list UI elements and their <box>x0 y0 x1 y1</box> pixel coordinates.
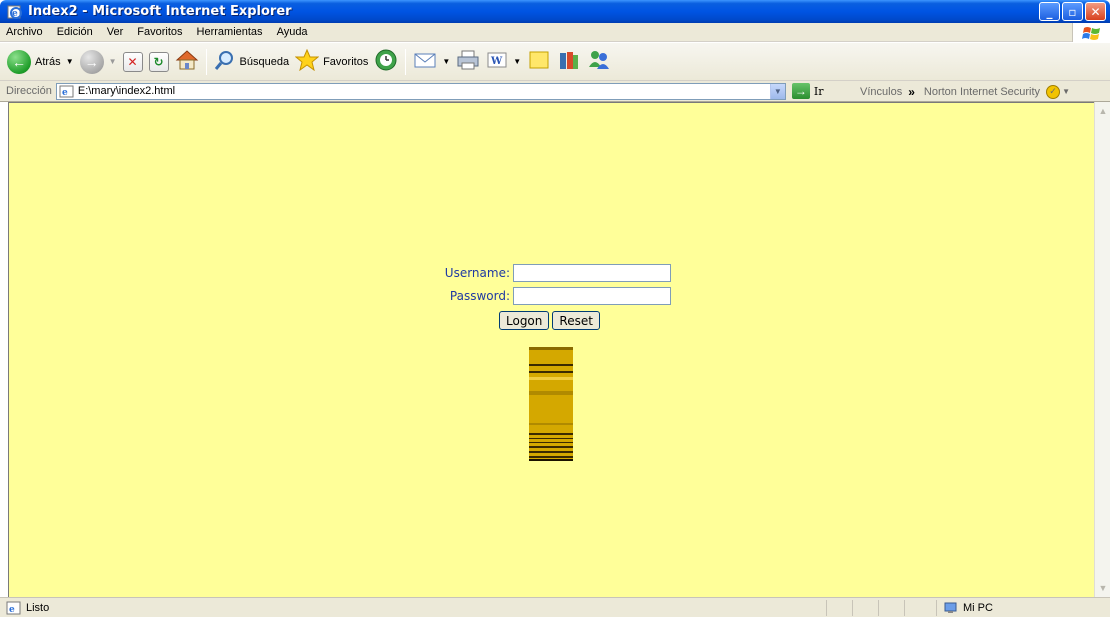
svg-text:W: W <box>490 56 503 67</box>
page-icon: e <box>59 85 75 98</box>
address-label: Dirección <box>6 85 52 97</box>
address-input[interactable]: e E:\mary\index2.html ▼ <box>55 82 786 100</box>
home-icon <box>175 49 199 74</box>
messenger-button[interactable] <box>584 47 614 77</box>
username-input[interactable] <box>513 263 671 282</box>
research-button[interactable] <box>554 47 584 77</box>
star-icon <box>294 48 320 74</box>
close-button[interactable]: ✕ <box>1085 2 1106 21</box>
search-label: Búsqueda <box>239 55 290 68</box>
menu-ayuda[interactable]: Ayuda <box>270 26 315 38</box>
toolbar-separator <box>205 48 207 75</box>
back-arrow-icon: ← <box>7 49 31 74</box>
history-icon <box>374 48 398 75</box>
norton-dropdown-icon[interactable]: ▼ <box>1062 87 1070 96</box>
window-controls: _ ▫ ✕ <box>1039 2 1106 21</box>
windows-logo-icon <box>1072 23 1110 42</box>
go-arrow-icon: → <box>791 83 810 99</box>
maximize-button[interactable]: ▫ <box>1062 2 1083 21</box>
svg-text:e: e <box>9 605 15 615</box>
ie-page-icon: e <box>7 5 23 19</box>
password-input[interactable] <box>513 286 671 305</box>
username-row: Username: <box>433 261 671 284</box>
menu-edicion[interactable]: Edición <box>50 26 100 38</box>
vertical-scrollbar[interactable]: ▲ ▼ <box>1094 102 1110 597</box>
links-chevron-icon[interactable]: » <box>908 85 915 99</box>
home-button[interactable] <box>172 47 202 77</box>
scroll-up-arrow-icon[interactable]: ▲ <box>1096 103 1110 119</box>
page-content: Username: Password: Logon Reset <box>8 102 1094 597</box>
address-bar: Dirección e E:\mary\index2.html ▼ → Ir V… <box>0 81 1110 102</box>
links-toolbar: Vínculos » Norton Internet Security ✓ ▼ <box>850 81 1070 102</box>
go-label: Ir <box>813 84 824 98</box>
menu-bar: Archivo Edición Ver Favoritos Herramient… <box>0 23 1110 42</box>
status-divider <box>904 600 905 616</box>
refresh-icon: ↻ <box>148 51 169 72</box>
window-title: Index2 - Microsoft Internet Explorer <box>28 4 292 19</box>
security-zone[interactable]: Mi PC <box>936 600 1110 616</box>
research-books-icon <box>557 49 581 74</box>
favorites-label: Favoritos <box>323 55 369 68</box>
stop-icon: ✕ <box>122 51 143 72</box>
back-dropdown-icon[interactable]: ▼ <box>66 57 74 66</box>
refresh-button[interactable]: ↻ <box>146 47 172 77</box>
status-divider <box>826 600 827 616</box>
address-dropdown-icon[interactable]: ▼ <box>769 83 785 99</box>
norton-label[interactable]: Norton Internet Security <box>924 86 1040 98</box>
title-bar[interactable]: e Index2 - Microsoft Internet Explorer _… <box>0 0 1110 23</box>
minimize-button[interactable]: _ <box>1039 2 1060 21</box>
search-icon <box>214 49 236 74</box>
search-button[interactable]: Búsqueda <box>211 47 293 77</box>
menu-herramientas[interactable]: Herramientas <box>190 26 270 38</box>
password-row: Password: <box>433 284 671 307</box>
word-icon: W <box>486 50 508 73</box>
printer-icon <box>456 49 480 74</box>
scroll-down-arrow-icon[interactable]: ▼ <box>1096 580 1110 596</box>
print-button[interactable] <box>453 47 483 77</box>
password-label: Password: <box>449 288 510 303</box>
links-label[interactable]: Vínculos <box>860 86 902 98</box>
address-url: E:\mary\index2.html <box>77 85 176 97</box>
stop-button[interactable]: ✕ <box>120 47 146 77</box>
edit-word-button[interactable]: W ▼ <box>483 47 524 77</box>
form-buttons: Logon Reset <box>433 311 671 330</box>
logon-button[interactable]: Logon <box>499 311 550 330</box>
my-computer-icon <box>943 602 959 614</box>
messenger-icon <box>587 49 611 74</box>
back-label: Atrás <box>35 55 61 68</box>
zone-label: Mi PC <box>963 602 993 614</box>
forward-arrow-icon: → <box>79 49 104 74</box>
edit-dropdown-icon[interactable]: ▼ <box>513 57 521 66</box>
status-text: Listo <box>26 601 50 614</box>
history-button[interactable] <box>371 47 401 77</box>
svg-text:e: e <box>62 88 68 98</box>
status-bar: e Listo Mi PC <box>0 597 1110 617</box>
toolbar: ← Atrás ▼ → ▼ ✕ ↻ Búsqueda Favoritos ▼ W… <box>0 43 1110 81</box>
gold-column-image <box>529 347 573 461</box>
reset-button[interactable]: Reset <box>552 311 600 330</box>
forward-button[interactable]: → ▼ <box>77 47 120 77</box>
page-status-icon: e <box>6 601 22 615</box>
back-button[interactable]: ← Atrás ▼ <box>4 47 77 77</box>
forward-dropdown-icon[interactable]: ▼ <box>109 57 117 66</box>
menu-favoritos[interactable]: Favoritos <box>130 26 189 38</box>
mail-dropdown-icon[interactable]: ▼ <box>442 57 450 66</box>
status-divider <box>852 600 853 616</box>
toolbar-separator <box>405 48 407 75</box>
mail-icon <box>413 50 437 73</box>
norton-icon[interactable]: ✓ <box>1046 84 1061 99</box>
login-form: Username: Password: Logon Reset <box>433 261 671 330</box>
menu-ver[interactable]: Ver <box>100 26 131 38</box>
favorites-button[interactable]: Favoritos <box>292 47 371 77</box>
menu-archivo[interactable]: Archivo <box>0 26 50 38</box>
username-label: Username: <box>444 265 510 280</box>
status-divider <box>878 600 879 616</box>
mail-button[interactable]: ▼ <box>410 47 453 77</box>
note-icon <box>527 49 551 74</box>
go-button[interactable]: → Ir <box>791 83 824 99</box>
discuss-button[interactable] <box>524 47 554 77</box>
svg-text:e: e <box>12 9 18 19</box>
